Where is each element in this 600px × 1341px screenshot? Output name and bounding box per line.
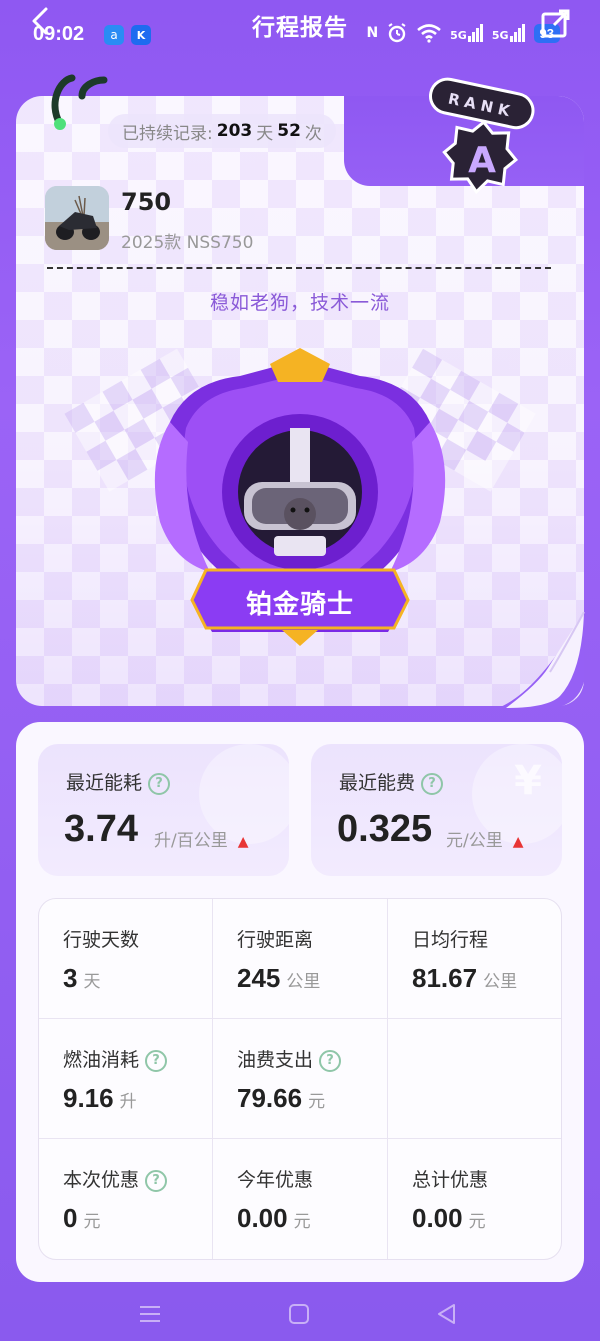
stat-daily-average: 日均行程 81.67 公里 (388, 899, 561, 1019)
clip-hook-icon (51, 74, 108, 130)
discount-year-value: 0.00 (237, 1203, 288, 1233)
cost-value: 0.325 (337, 808, 433, 850)
status-bar: 09:02 a K 行程报告 N 5G 5G 93 (0, 0, 600, 70)
daily-average-value: 81.67 (412, 963, 478, 993)
stat-label: 总计优惠 (412, 1169, 489, 1191)
stat-label-row: 油费支出? (237, 1045, 342, 1072)
stat-unit: 元 (293, 1212, 311, 1232)
alarm-icon (388, 23, 406, 43)
stat-unit: 公里 (483, 972, 518, 992)
up-arrow-icon: ▲ (512, 834, 524, 850)
cost-unit: 元/公里 (446, 831, 503, 851)
vehicle-photo[interactable] (45, 186, 109, 250)
stat-empty-cell (388, 1019, 561, 1139)
stat-unit: 元 (83, 1212, 101, 1232)
stat-value: 0元 (63, 1203, 100, 1234)
fuel-used-value: 9.16 (63, 1083, 114, 1113)
stat-value: 245 公里 (237, 963, 320, 994)
menu-icon[interactable] (137, 1301, 163, 1327)
medal-title: 铂金骑士 (245, 590, 354, 620)
fuel-cost-value: 79.66 (237, 1083, 303, 1113)
streak-days-unit: 天 (256, 123, 274, 144)
rank-grade: A (468, 140, 496, 181)
vehicle-model: 2025款 NSS750 (121, 233, 254, 253)
stat-value: 0.00 元 (412, 1203, 486, 1234)
stat-value: 81.67 公里 (412, 963, 517, 994)
consumption-value: 3.74 (64, 808, 138, 850)
stat-discount-total: 总计优惠 0.00 元 (388, 1139, 561, 1259)
stat-driving-days: 行驶天数 3天 (39, 899, 213, 1019)
streak-count: 52 (277, 121, 301, 141)
stat-label: 油费支出 (237, 1049, 314, 1071)
share-icon[interactable] (540, 8, 572, 40)
stat-label: 行驶距离 (237, 929, 314, 951)
stat-label: 今年优惠 (237, 1169, 314, 1191)
discount-this-value: 0 (63, 1203, 78, 1233)
consumption-unit-row: 升/百公里 ▲ (154, 826, 249, 851)
streak-prefix: 已持续记录: (122, 123, 213, 144)
system-nav-bar (0, 1285, 600, 1341)
driving-days-value: 3 (63, 963, 78, 993)
question-circle-icon[interactable]: ? (145, 1169, 168, 1192)
stat-label: 行驶天数 (63, 929, 140, 951)
stats-grid: 行驶天数 3天 行驶距离 245 公里 日均行程 81.67 公里 燃油消耗? 9.… (38, 898, 562, 1260)
stat-label: 本次优惠 (63, 1169, 140, 1191)
stat-unit: 公里 (286, 972, 321, 992)
discount-total-value: 0.00 (412, 1203, 463, 1233)
stat-value: 3天 (63, 963, 100, 994)
wifi-icon (417, 24, 441, 43)
nfc-icon: N (366, 25, 379, 41)
stat-unit: 天 (83, 972, 101, 992)
question-circle-icon[interactable]: ? (148, 772, 171, 795)
stat-discount-this: 本次优惠? 0元 (39, 1139, 213, 1259)
cost-unit-row: 元/公里 ▲ (446, 826, 524, 851)
up-arrow-icon: ▲ (237, 834, 249, 850)
cost-metric: ¥ 最近能费? 0.325 元/公里 ▲ (311, 744, 562, 876)
page-curl-decoration (498, 612, 585, 708)
question-circle-icon[interactable]: ? (319, 1049, 342, 1072)
rank-badge: RANK A (429, 77, 535, 195)
stat-unit: 升 (119, 1092, 137, 1112)
stat-label: 日均行程 (412, 929, 489, 951)
cost-label: 最近能费 (339, 772, 416, 794)
system-status-icons: N 5G 5G 93 (366, 22, 560, 44)
stat-label-row: 本次优惠? (63, 1165, 168, 1192)
question-circle-icon[interactable]: ? (421, 772, 444, 795)
metric-label: 最近能费? (339, 768, 444, 795)
consumption-unit: 升/百公里 (154, 831, 228, 851)
streak-days: 203 (216, 121, 253, 141)
network-type-2: 5G (491, 29, 509, 42)
rating-slogan: 稳如老狗，技术一流 (209, 292, 390, 314)
stat-value: 79.66 元 (237, 1083, 325, 1114)
stat-unit: 元 (468, 1212, 486, 1232)
vehicle-name: 750 (121, 188, 172, 216)
stat-discount-year: 今年优惠 0.00 元 (213, 1139, 388, 1259)
signal-5g-icon: 5G (450, 24, 484, 42)
question-circle-icon[interactable]: ? (145, 1049, 168, 1072)
metric-label: 最近能耗? (66, 768, 171, 795)
divider (47, 267, 551, 269)
network-type-1: 5G (450, 29, 467, 42)
stat-fuel-used: 燃油消耗? 9.16 升 (39, 1019, 213, 1139)
stat-label-row: 燃油消耗? (63, 1045, 168, 1072)
stat-fuel-cost: 油费支出? 79.66 元 (213, 1019, 388, 1139)
yen-icon: ¥ (514, 758, 542, 804)
distance-value: 245 (237, 963, 281, 993)
stat-label: 燃油消耗 (63, 1049, 140, 1071)
streak-count-unit: 次 (304, 123, 322, 144)
stat-value: 9.16 升 (63, 1083, 137, 1114)
home-icon[interactable] (286, 1301, 312, 1327)
stat-distance: 行驶距离 245 公里 (213, 899, 388, 1019)
back-triangle-icon[interactable] (434, 1301, 460, 1327)
stat-value: 0.00 元 (237, 1203, 311, 1234)
consumption-label: 最近能耗 (66, 772, 143, 794)
stat-unit: 元 (308, 1092, 326, 1112)
consumption-metric: 最近能耗? 3.74 升/百公里 ▲ (38, 744, 289, 876)
signal-5g-icon-2: 5G (492, 24, 526, 42)
record-streak-pill: 已持续记录: 203 天 52 次 (108, 114, 336, 148)
